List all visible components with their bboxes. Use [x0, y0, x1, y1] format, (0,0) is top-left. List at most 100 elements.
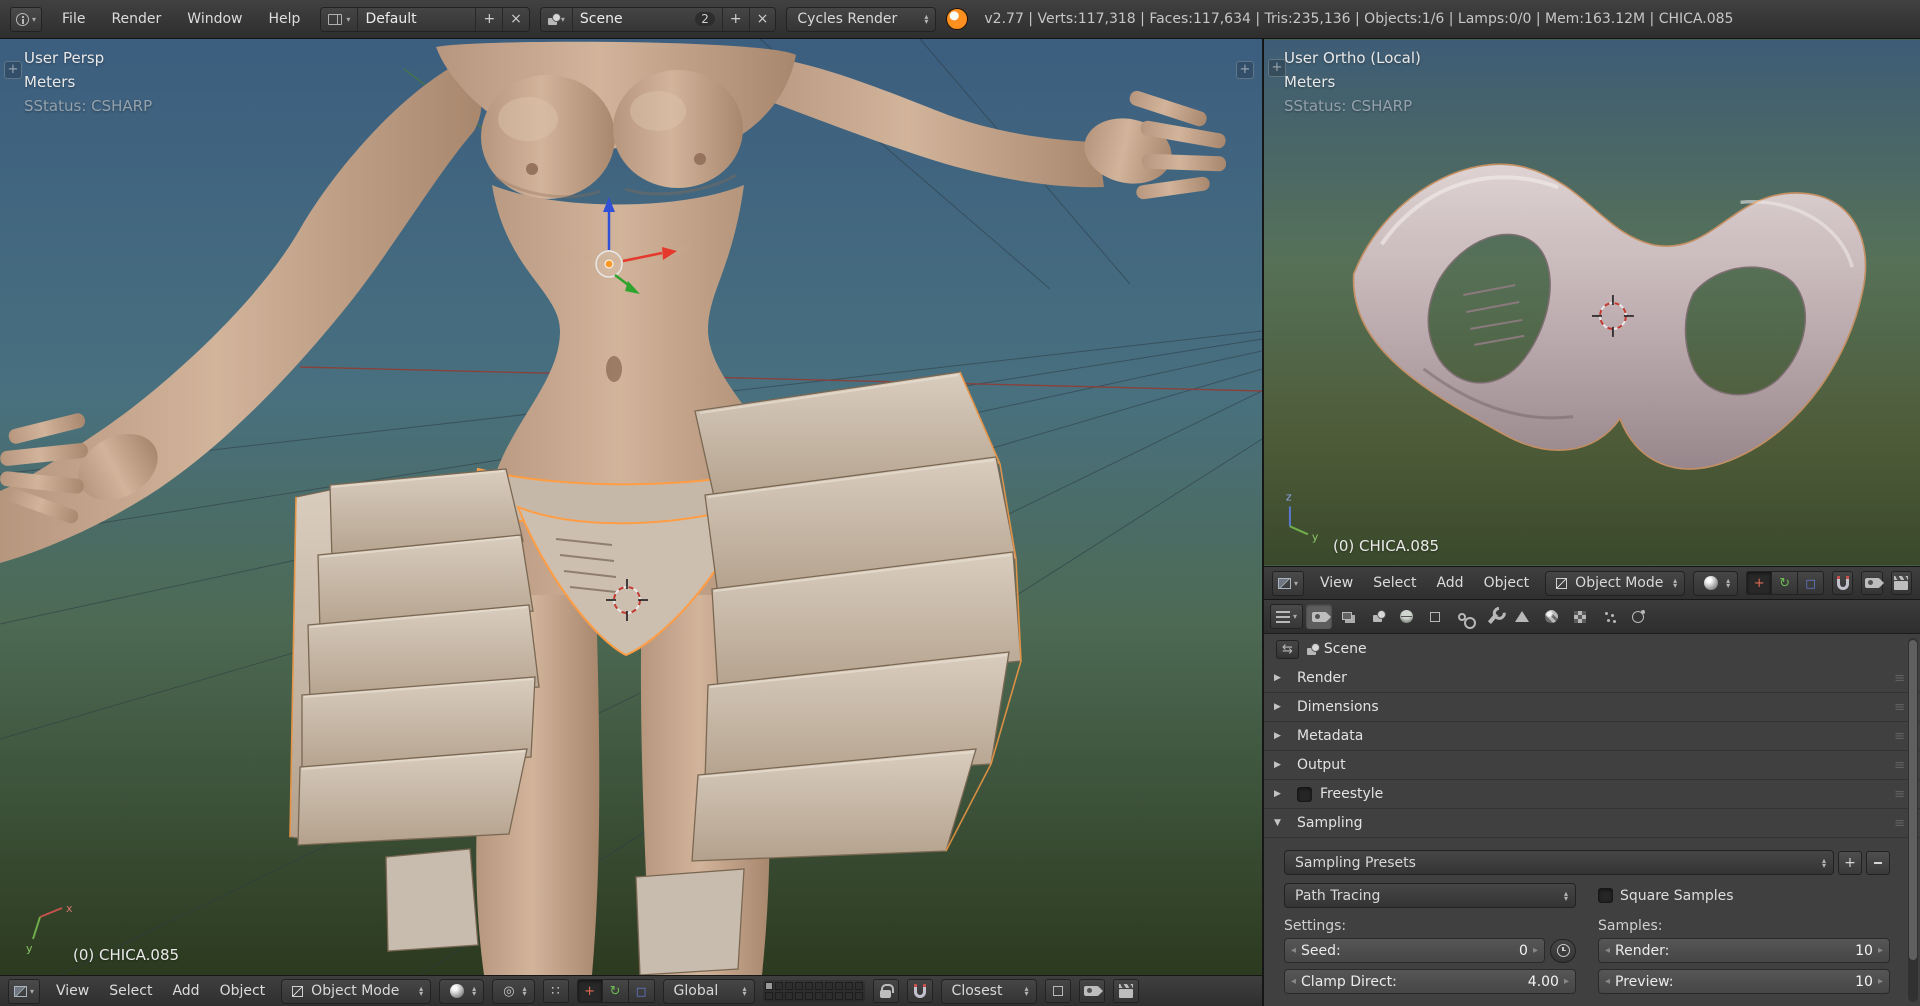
menu-select[interactable]: Select: [1373, 575, 1416, 591]
object-tab[interactable]: [1422, 604, 1448, 629]
particles-tab[interactable]: [1596, 604, 1622, 629]
viewport-shading-select[interactable]: ▴▾: [1693, 571, 1738, 596]
main-viewport-canvas[interactable]: x y: [0, 39, 1262, 975]
opengl-render-anim-button[interactable]: [1891, 571, 1912, 595]
secondary-viewport-canvas[interactable]: z y: [1264, 39, 1920, 566]
render-tab[interactable]: [1306, 604, 1332, 629]
opengl-render-button[interactable]: [1079, 979, 1105, 1003]
render-samples-field[interactable]: ◂ Render: 10 ▸: [1598, 938, 1890, 963]
pivot-center-select[interactable]: ◎ ▴▾: [492, 979, 534, 1004]
viewport-3d-secondary[interactable]: z y User Ortho (Local) Meters SStatus: C…: [1264, 39, 1920, 566]
physics-tab[interactable]: [1625, 604, 1651, 629]
menu-window[interactable]: Window: [187, 11, 242, 27]
scene-name-field[interactable]: Scene 2: [573, 8, 723, 31]
snap-toggle[interactable]: [1832, 571, 1853, 595]
render-engine-select[interactable]: Cycles Render ▴▾: [786, 7, 936, 32]
menu-file[interactable]: File: [62, 11, 85, 27]
interaction-mode-select[interactable]: Object Mode ▴▾: [281, 979, 431, 1004]
panel-grip-icon[interactable]: ≡: [1894, 787, 1904, 802]
panel-grip-icon[interactable]: ≡: [1894, 700, 1904, 715]
rotate-manipulator-toggle[interactable]: ↻: [603, 979, 629, 1003]
decrement-icon[interactable]: ◂: [1291, 976, 1296, 987]
menu-view[interactable]: View: [1320, 575, 1353, 591]
screen-layout-name-field[interactable]: Default: [358, 8, 476, 31]
snap-element-button[interactable]: [1045, 979, 1071, 1003]
panel-grip-icon[interactable]: ≡: [1894, 671, 1904, 686]
panel-metadata[interactable]: ▶ Metadata ≡: [1264, 722, 1920, 751]
viewport-3d-main[interactable]: x y User Persp Meters SStatus: CSHARP (0…: [0, 39, 1262, 1006]
decrement-icon[interactable]: ◂: [1605, 976, 1610, 987]
layers-widget[interactable]: [763, 980, 865, 1002]
sidebar-toggle-icon[interactable]: +: [1236, 61, 1254, 79]
object-data-tab[interactable]: [1509, 604, 1535, 629]
preset-add-button[interactable]: +: [1838, 851, 1862, 875]
viewport-editor-type-button[interactable]: ▾: [8, 979, 40, 1004]
viewport-shading-select[interactable]: ▴▾: [439, 979, 484, 1004]
menu-object[interactable]: Object: [220, 983, 266, 999]
square-samples-checkbox[interactable]: Square Samples: [1598, 888, 1890, 904]
menu-select[interactable]: Select: [109, 983, 152, 999]
snap-toggle[interactable]: [907, 979, 933, 1003]
opengl-render-anim-button[interactable]: [1113, 979, 1139, 1003]
modifiers-tab[interactable]: [1480, 604, 1506, 629]
increment-icon[interactable]: ▸: [1564, 976, 1569, 987]
menu-help[interactable]: Help: [269, 11, 301, 27]
panel-dimensions[interactable]: ▶ Dimensions ≡: [1264, 693, 1920, 722]
menu-render[interactable]: Render: [111, 11, 161, 27]
panel-render[interactable]: ▶ Render ≡: [1264, 664, 1920, 693]
preview-samples-field[interactable]: ◂ Preview: 10 ▸: [1598, 969, 1890, 994]
constraints-tab[interactable]: [1451, 604, 1477, 629]
transform-orientation-select[interactable]: Global ▴▾: [663, 979, 755, 1004]
seed-field[interactable]: ◂ Seed: 0 ▸: [1284, 938, 1545, 963]
panel-grip-icon[interactable]: ≡: [1894, 758, 1904, 773]
menu-add[interactable]: Add: [172, 983, 199, 999]
panel-grip-icon[interactable]: ≡: [1894, 729, 1904, 744]
properties-scrollbar[interactable]: [1908, 638, 1918, 1002]
scene-lock-toggle[interactable]: [873, 979, 899, 1003]
preset-remove-button[interactable]: [1866, 851, 1890, 875]
panel-sampling[interactable]: ▼ Sampling ≡: [1264, 809, 1920, 838]
integrator-select[interactable]: Path Tracing ▴▾: [1284, 883, 1576, 908]
scale-manipulator-toggle[interactable]: □: [1798, 571, 1824, 595]
seed-animate-button[interactable]: [1550, 939, 1576, 963]
panel-output[interactable]: ▶ Output ≡: [1264, 751, 1920, 780]
toolshelf-toggle-icon[interactable]: +: [4, 61, 22, 79]
scene-tab[interactable]: [1364, 604, 1390, 629]
clamp-direct-field[interactable]: ◂ Clamp Direct: 4.00 ▸: [1284, 969, 1576, 994]
decrement-icon[interactable]: ◂: [1605, 945, 1610, 956]
texture-tab[interactable]: [1567, 604, 1593, 629]
manipulate-center-points-toggle[interactable]: ∷: [543, 979, 569, 1003]
scene-delete-button[interactable]: ×: [750, 8, 776, 31]
scene-add-button[interactable]: +: [723, 8, 750, 31]
render-layers-tab[interactable]: [1335, 604, 1361, 629]
increment-icon[interactable]: ▸: [1533, 945, 1538, 956]
decrement-icon[interactable]: ◂: [1291, 945, 1296, 956]
menu-object[interactable]: Object: [1484, 575, 1530, 591]
scrollbar-thumb[interactable]: [1909, 640, 1917, 960]
editor-type-button[interactable]: ▾: [10, 7, 42, 32]
menu-add[interactable]: Add: [1436, 575, 1463, 591]
viewport-editor-type-button[interactable]: ▾: [1272, 571, 1304, 596]
menu-view[interactable]: View: [56, 983, 89, 999]
world-tab[interactable]: [1393, 604, 1419, 629]
screen-layout-add-button[interactable]: +: [476, 8, 503, 31]
panel-grip-icon[interactable]: ≡: [1894, 816, 1904, 831]
properties-editor-type-button[interactable]: ▾: [1270, 604, 1303, 629]
sampling-presets-select[interactable]: Sampling Presets ▴▾: [1284, 850, 1834, 875]
context-history-button[interactable]: ⇆: [1276, 640, 1299, 659]
rotate-manipulator-toggle[interactable]: ↻: [1772, 571, 1798, 595]
opengl-render-button[interactable]: [1861, 571, 1882, 595]
scene-browse-button[interactable]: ▾: [541, 8, 573, 31]
translate-manipulator-toggle[interactable]: +: [577, 979, 603, 1003]
screen-layout-browse-button[interactable]: ▾: [321, 8, 358, 31]
screen-layout-delete-button[interactable]: ×: [503, 8, 529, 31]
freestyle-checkbox[interactable]: [1297, 787, 1312, 802]
material-tab[interactable]: [1538, 604, 1564, 629]
toolshelf-toggle-icon[interactable]: +: [1268, 59, 1286, 77]
increment-icon[interactable]: ▸: [1878, 976, 1883, 987]
scale-manipulator-toggle[interactable]: □: [629, 979, 655, 1003]
panel-freestyle[interactable]: ▶ Freestyle ≡: [1264, 780, 1920, 809]
increment-icon[interactable]: ▸: [1878, 945, 1883, 956]
translate-manipulator-toggle[interactable]: +: [1746, 571, 1772, 595]
interaction-mode-select[interactable]: Object Mode ▴▾: [1545, 571, 1685, 596]
